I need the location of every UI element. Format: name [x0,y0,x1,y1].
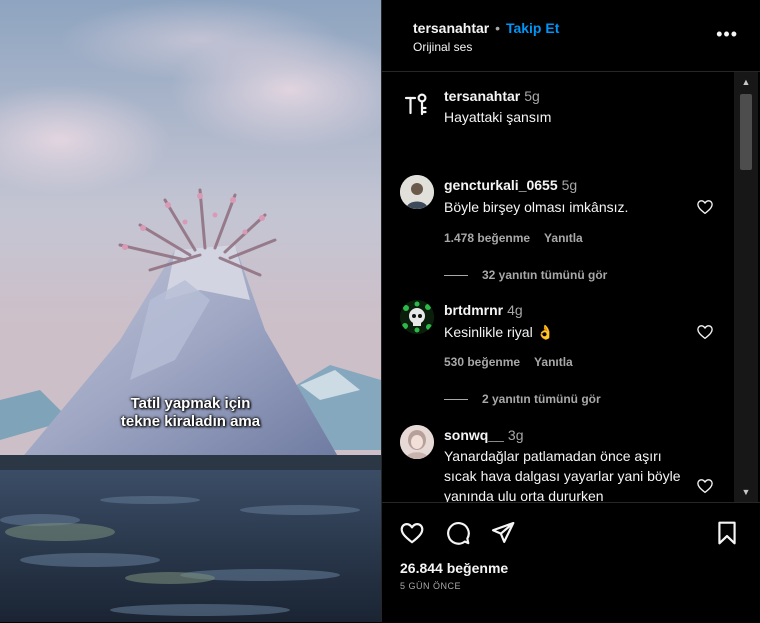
comment-likes[interactable]: 1.478 beğenme [444,231,530,245]
comment-meta: 530 beğenme Yanıtla [444,355,587,369]
replies-line [444,399,468,401]
view-replies-label: 32 yanıtın tümünü gör [482,268,608,282]
volcano-scene-image [0,0,381,622]
view-replies-button[interactable]: 32 yanıtın tümünü gör [444,268,607,282]
video-player[interactable]: Tatil yapmak için tekne kiraladın ama [0,0,381,622]
comments-list: tersanahtar 5g Hayattaki şansım gencturka… [382,72,734,502]
caption-username[interactable]: tersanahtar [444,88,520,104]
avatar[interactable] [400,175,434,209]
user-avatar-icon [400,175,434,209]
post-details-panel: tersanahtar • Takip Et Orijinal ses ••• [382,0,760,622]
comment-meta: 1.478 beğenme Yanıtla [444,231,597,245]
avatar[interactable] [400,88,434,122]
post-likes-count[interactable]: 26.844 beğenme [400,560,508,576]
heart-icon[interactable] [696,323,714,341]
instagram-post-modal: Tatil yapmak için tekne kiraladın ama te… [0,0,760,622]
comment-likes[interactable]: 530 beğenme [444,355,520,369]
comment-text: Yanardağlar patlamadan önce aşırı sıcak … [444,448,681,502]
audio-link[interactable]: Orijinal ses [413,40,472,54]
post-footer: 26.844 beğenme 5 GÜN ÖNCE [382,502,760,623]
comment-icon[interactable] [445,520,471,546]
scroll-down-icon[interactable]: ▼ [734,484,758,500]
reply-button[interactable]: Yanıtla [534,355,573,369]
caption-line-2: tekne kiraladın ama [120,413,261,430]
comment-time[interactable]: 4g [507,302,523,318]
bookmark-icon[interactable] [714,520,740,546]
heart-icon[interactable] [696,198,714,216]
header-separator: • [495,20,501,36]
avatar[interactable] [400,300,434,334]
comment-username[interactable]: gencturkali_0655 [444,177,558,193]
follow-button[interactable]: Takip Et [506,20,559,36]
comment-text: Kesinlikle riyal 👌 [444,324,555,340]
caption-time[interactable]: 5g [524,88,540,104]
comment-username[interactable]: brtdmrnr [444,302,503,318]
scrollbar-thumb[interactable] [740,94,752,170]
post-caption: tersanahtar 5g Hayattaki şansım [400,88,730,132]
reply-button[interactable]: Yanıtla [544,231,583,245]
post-header: tersanahtar • Takip Et Orijinal ses ••• [382,0,760,72]
video-caption-overlay: Tatil yapmak için tekne kiraladın ama [0,395,381,431]
comment-header: brtdmrnr 4g [444,302,523,318]
comments-scrollbar[interactable]: ▲ ▼ [734,72,758,502]
skull-avatar-icon [400,300,434,334]
comment-header: sonwq__ 3g [444,427,523,443]
user-avatar-icon [400,425,434,459]
heart-icon[interactable] [399,520,425,546]
heart-icon[interactable] [696,477,714,495]
replies-line [444,275,468,277]
comment-text: Böyle birşey olması imkânsız. [444,199,629,215]
comment-item: gencturkali_0655 5g Böyle birşey olması i… [400,175,730,282]
scroll-up-icon[interactable]: ▲ [734,74,758,90]
header-user-line: tersanahtar • Takip Et [413,20,559,36]
comment-time[interactable]: 5g [562,177,578,193]
share-icon[interactable] [490,520,516,546]
comment-header: tersanahtar 5g [444,88,540,104]
comment-item: sonwq__ 3g Yanardağlar patlamadan önce aş… [400,425,730,502]
view-replies-button[interactable]: 2 yanıtın tümünü gör [444,392,601,406]
more-icon[interactable]: ••• [716,24,738,45]
header-username[interactable]: tersanahtar [413,20,489,36]
view-replies-label: 2 yanıtın tümünü gör [482,392,601,406]
comment-time[interactable]: 3g [508,427,524,443]
post-date[interactable]: 5 GÜN ÖNCE [400,581,461,591]
comment-username[interactable]: sonwq__ [444,427,504,443]
comment-header: gencturkali_0655 5g [444,177,577,193]
caption-text: Hayattaki şansım [444,109,552,125]
avatar[interactable] [400,425,434,459]
key-logo-icon [404,93,427,116]
comment-item: brtdmrnr 4g Kesinlikle riyal 👌 530 beğenm… [400,300,730,406]
caption-line-1: Tatil yapmak için [130,395,251,412]
